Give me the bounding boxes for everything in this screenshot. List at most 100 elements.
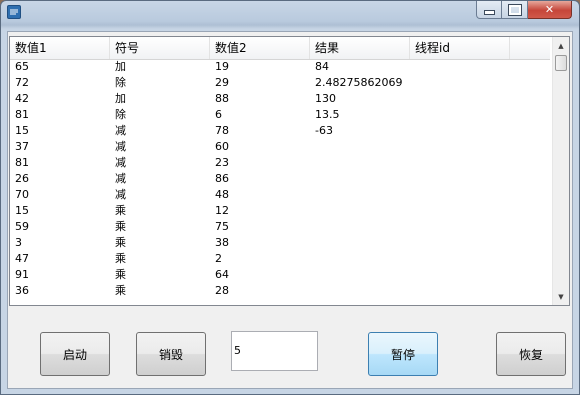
table-cell: 减 <box>115 140 126 153</box>
table-cell <box>310 155 410 171</box>
table-cell <box>310 267 410 283</box>
table-row[interactable]: 59 乘 75 <box>10 219 550 235</box>
table-cell: 加 <box>115 60 126 73</box>
table-cell: 28 <box>215 284 229 297</box>
table-cell: 130 <box>315 92 336 105</box>
table-cell <box>410 59 510 75</box>
destroy-button[interactable]: 销毁 <box>136 332 206 376</box>
table-cell: 13.5 <box>315 108 340 121</box>
table-row[interactable]: 42 加 88 130 <box>10 91 550 107</box>
table-row[interactable]: 72 除 29 2.48275862069 <box>10 75 550 91</box>
list-header: 数值1 符号 数值2 结果 线程id <box>10 37 550 60</box>
table-cell <box>410 171 510 187</box>
table-cell <box>310 235 410 251</box>
table-cell: 乘 <box>115 204 126 217</box>
table-cell <box>410 91 510 107</box>
table-row[interactable]: 37 减 60 <box>10 139 550 155</box>
table-cell: 84 <box>315 60 329 73</box>
column-header-result[interactable]: 结果 <box>310 37 410 59</box>
scroll-thumb[interactable] <box>555 55 567 71</box>
table-cell <box>410 123 510 139</box>
table-cell: 6 <box>215 108 222 121</box>
table-cell <box>410 155 510 171</box>
table-row[interactable]: 65 加 19 84 <box>10 59 550 75</box>
table-cell: 38 <box>215 236 229 249</box>
title-bar[interactable]: ✕ <box>1 1 579 25</box>
table-row[interactable]: 47 乘 2 <box>10 251 550 267</box>
table-cell: 86 <box>215 172 229 185</box>
vertical-scrollbar[interactable]: ▲ ▼ <box>552 37 569 305</box>
table-cell: 减 <box>115 124 126 137</box>
column-header-thread-id[interactable]: 线程id <box>410 37 510 59</box>
table-cell: 37 <box>15 140 29 153</box>
resume-button[interactable]: 恢复 <box>496 332 566 376</box>
minimize-button[interactable] <box>476 1 502 19</box>
table-cell <box>310 187 410 203</box>
close-button[interactable]: ✕ <box>528 1 572 19</box>
table-cell <box>410 251 510 267</box>
table-cell: 59 <box>15 220 29 233</box>
table-cell: 12 <box>215 204 229 217</box>
table-cell: 60 <box>215 140 229 153</box>
main-window: ✕ 数值1 符号 数值2 结果 线程id 65 加 19 84 72 除 29 2.48275… <box>0 0 580 395</box>
table-cell: 15 <box>15 204 29 217</box>
table-cell <box>310 283 410 299</box>
table-cell: 乘 <box>115 252 126 265</box>
column-header-operator[interactable]: 符号 <box>110 37 210 59</box>
thread-count-input[interactable]: 5 <box>231 331 318 371</box>
table-cell: 23 <box>215 156 229 169</box>
table-cell <box>410 283 510 299</box>
table-row[interactable]: 15 减 78 -63 <box>10 123 550 139</box>
scroll-up-arrow-icon[interactable]: ▲ <box>553 37 569 54</box>
table-cell: 26 <box>15 172 29 185</box>
table-row[interactable]: 91 乘 64 <box>10 267 550 283</box>
table-cell: 乘 <box>115 284 126 297</box>
table-row[interactable]: 36 乘 28 <box>10 283 550 299</box>
table-cell: 加 <box>115 92 126 105</box>
minimize-icon <box>477 1 501 18</box>
table-cell: 48 <box>215 188 229 201</box>
table-cell: 2 <box>215 252 222 265</box>
table-cell: 除 <box>115 108 126 121</box>
start-button[interactable]: 启动 <box>40 332 110 376</box>
table-cell <box>410 219 510 235</box>
pause-button[interactable]: 暂停 <box>368 332 438 376</box>
maximize-icon <box>502 1 527 18</box>
table-cell <box>410 75 510 91</box>
table-row[interactable]: 26 减 86 <box>10 171 550 187</box>
column-header-value2[interactable]: 数值2 <box>210 37 310 59</box>
list-body: 65 加 19 84 72 除 29 2.48275862069 42 加 88 130 81 除 6 13.… <box>10 59 550 305</box>
results-listview[interactable]: 数值1 符号 数值2 结果 线程id 65 加 19 84 72 除 29 2.4827586… <box>9 36 570 306</box>
table-cell: 78 <box>215 124 229 137</box>
maximize-button[interactable] <box>502 1 528 19</box>
client-area: 数值1 符号 数值2 结果 线程id 65 加 19 84 72 除 29 2.4827586… <box>7 31 573 389</box>
scroll-down-arrow-icon[interactable]: ▼ <box>553 288 569 305</box>
table-row[interactable]: 70 减 48 <box>10 187 550 203</box>
table-cell: 36 <box>15 284 29 297</box>
table-cell: 65 <box>15 60 29 73</box>
table-row[interactable]: 15 乘 12 <box>10 203 550 219</box>
table-cell <box>410 203 510 219</box>
table-cell <box>410 267 510 283</box>
table-cell: 70 <box>15 188 29 201</box>
table-cell: 88 <box>215 92 229 105</box>
table-cell <box>410 187 510 203</box>
table-cell: -63 <box>315 124 333 137</box>
table-cell: 减 <box>115 188 126 201</box>
app-icon[interactable] <box>7 5 21 19</box>
table-cell <box>410 139 510 155</box>
table-row[interactable]: 81 减 23 <box>10 155 550 171</box>
table-cell: 47 <box>15 252 29 265</box>
column-header-value1[interactable]: 数值1 <box>10 37 110 59</box>
table-cell: 19 <box>215 60 229 73</box>
table-cell: 乘 <box>115 268 126 281</box>
table-cell: 81 <box>15 108 29 121</box>
table-cell: 乘 <box>115 220 126 233</box>
table-cell <box>410 107 510 123</box>
table-cell <box>310 171 410 187</box>
table-row[interactable]: 3 乘 38 <box>10 235 550 251</box>
close-icon: ✕ <box>544 3 555 16</box>
table-cell: 42 <box>15 92 29 105</box>
table-cell: 72 <box>15 76 29 89</box>
table-row[interactable]: 81 除 6 13.5 <box>10 107 550 123</box>
